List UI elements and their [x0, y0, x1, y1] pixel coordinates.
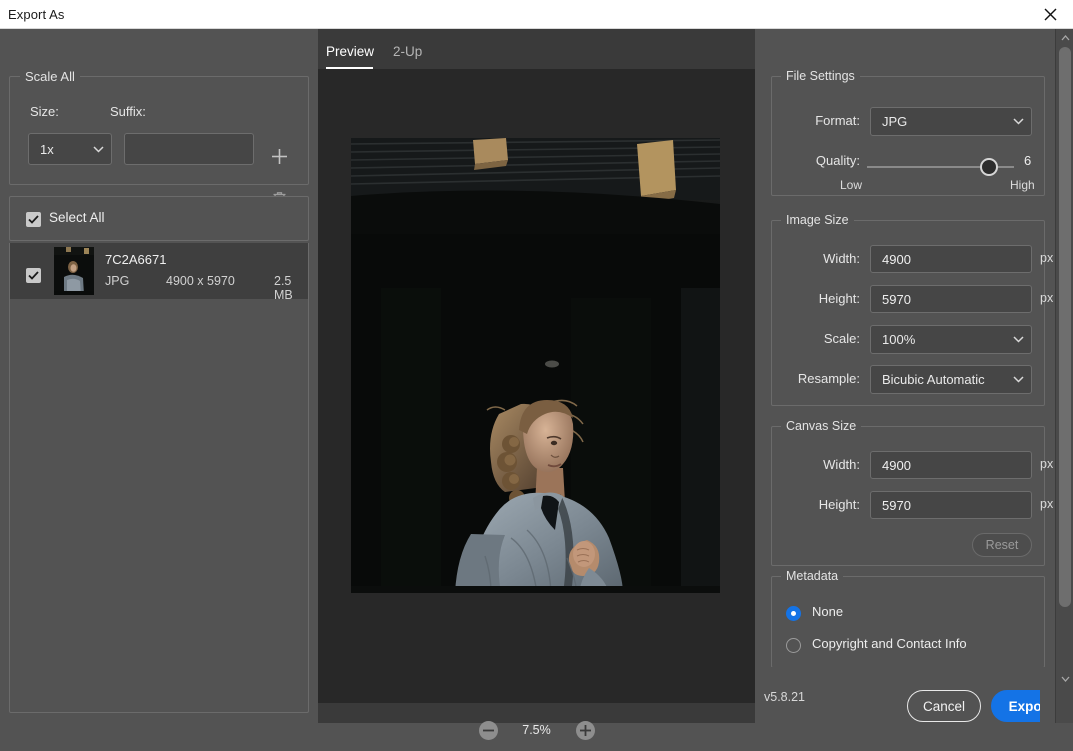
- preview-canvas: 7.5%: [318, 69, 755, 703]
- dialog-footer: v5.8.21 Cancel Export: [755, 667, 1055, 723]
- canvas-size-legend: Canvas Size: [781, 419, 861, 433]
- resample-label: Resample:: [782, 371, 860, 386]
- tab-preview[interactable]: Preview: [326, 44, 374, 59]
- format-label: Format:: [792, 113, 860, 128]
- resample-select[interactable]: Bicubic Automatic: [870, 365, 1032, 394]
- select-all-label: Select All: [49, 210, 105, 225]
- quality-label: Quality:: [785, 153, 860, 168]
- window-title: Export As: [8, 7, 65, 22]
- metadata-copyright-radio[interactable]: [786, 638, 801, 653]
- file-dimensions: 4900 x 5970: [166, 274, 235, 288]
- file-checkbox[interactable]: [26, 268, 41, 283]
- image-scale-value: 100%: [871, 332, 1005, 347]
- image-width-label: Width:: [790, 251, 860, 266]
- size-select-value: 1x: [29, 142, 85, 157]
- size-select[interactable]: 1x: [28, 133, 112, 165]
- file-size: 2.5 MB: [274, 274, 308, 302]
- quality-value: 6: [1024, 153, 1031, 168]
- preview-image: [351, 138, 720, 593]
- metadata-none-label[interactable]: None: [812, 604, 843, 619]
- quality-high-label: High: [1010, 178, 1035, 192]
- chevron-down-icon: [85, 146, 111, 153]
- canvas-height-unit: px: [1040, 497, 1053, 511]
- tab-2up[interactable]: 2-Up: [393, 44, 422, 59]
- metadata-group: Metadata None Copyright and Contact Info: [771, 576, 1045, 668]
- list-item[interactable]: 7C2A6671 JPG 4900 x 5970 2.5 MB: [10, 243, 308, 299]
- zoom-controls: 7.5%: [318, 709, 755, 751]
- canvas-width-input[interactable]: [870, 451, 1032, 479]
- left-panel: Scale All Size: Suffix: 1x: [0, 29, 318, 723]
- image-size-group: Image Size Width: px Height: px Scale: 1…: [771, 220, 1045, 406]
- file-thumbnail: [54, 247, 94, 295]
- metadata-legend: Metadata: [781, 569, 843, 583]
- select-all-checkbox[interactable]: [26, 212, 41, 227]
- window-titlebar: Export As: [0, 0, 1073, 29]
- file-list: 7C2A6671 JPG 4900 x 5970 2.5 MB: [9, 243, 309, 713]
- canvas-reset-button[interactable]: Reset: [972, 533, 1032, 557]
- settings-panel: File Settings Format: JPG Quality: 6 Low…: [755, 29, 1055, 723]
- dialog-body: Scale All Size: Suffix: 1x: [0, 29, 1073, 723]
- cancel-button[interactable]: Cancel: [907, 690, 981, 722]
- canvas-width-label: Width:: [790, 457, 860, 472]
- minus-circle-icon[interactable]: [479, 721, 498, 740]
- preview-panel: Preview 2-Up: [318, 29, 755, 723]
- image-height-unit: px: [1040, 291, 1053, 305]
- file-name: 7C2A6671: [105, 252, 166, 267]
- size-label: Size:: [30, 104, 59, 119]
- scale-all-group: Scale All Size: Suffix: 1x: [9, 76, 309, 185]
- resample-value: Bicubic Automatic: [871, 372, 1005, 387]
- file-settings-legend: File Settings: [781, 69, 860, 83]
- settings-scrollbar[interactable]: [1055, 29, 1073, 723]
- format-select-value: JPG: [871, 114, 1005, 129]
- preview-tabs: Preview 2-Up: [318, 29, 755, 69]
- version-label: v5.8.21: [764, 690, 805, 704]
- image-height-label: Height:: [790, 291, 860, 306]
- close-icon[interactable]: [1027, 0, 1073, 28]
- canvas-height-label: Height:: [790, 497, 860, 512]
- file-format: JPG: [105, 274, 129, 288]
- file-settings-group: File Settings Format: JPG Quality: 6 Low…: [771, 76, 1045, 196]
- suffix-label: Suffix:: [110, 104, 146, 119]
- chevron-up-icon[interactable]: [1056, 30, 1073, 46]
- suffix-input[interactable]: [124, 133, 254, 165]
- zoom-level: 7.5%: [519, 723, 555, 737]
- format-select[interactable]: JPG: [870, 107, 1032, 136]
- canvas-size-group: Canvas Size Width: px Height: px Reset: [771, 426, 1045, 566]
- canvas-height-input[interactable]: [870, 491, 1032, 519]
- metadata-none-radio[interactable]: [786, 606, 801, 621]
- metadata-copyright-label[interactable]: Copyright and Contact Info: [812, 636, 967, 651]
- plus-circle-icon[interactable]: [576, 721, 595, 740]
- quality-slider-handle[interactable]: [980, 158, 998, 176]
- chevron-down-icon: [1005, 118, 1031, 125]
- settings-scroll-content: File Settings Format: JPG Quality: 6 Low…: [755, 29, 1055, 723]
- image-scale-label: Scale:: [790, 331, 860, 346]
- image-width-input[interactable]: [870, 245, 1032, 273]
- image-height-input[interactable]: [870, 285, 1032, 313]
- canvas-width-unit: px: [1040, 457, 1053, 471]
- image-size-legend: Image Size: [781, 213, 854, 227]
- scale-all-legend: Scale All: [20, 69, 80, 84]
- image-width-unit: px: [1040, 251, 1053, 265]
- plus-icon[interactable]: [268, 145, 290, 167]
- select-all-row[interactable]: Select All: [9, 196, 309, 241]
- chevron-down-icon[interactable]: [1056, 671, 1073, 687]
- image-scale-select[interactable]: 100%: [870, 325, 1032, 354]
- quality-low-label: Low: [840, 178, 862, 192]
- scrollbar-thumb[interactable]: [1059, 47, 1071, 607]
- chevron-down-icon: [1005, 376, 1031, 383]
- chevron-down-icon: [1005, 336, 1031, 343]
